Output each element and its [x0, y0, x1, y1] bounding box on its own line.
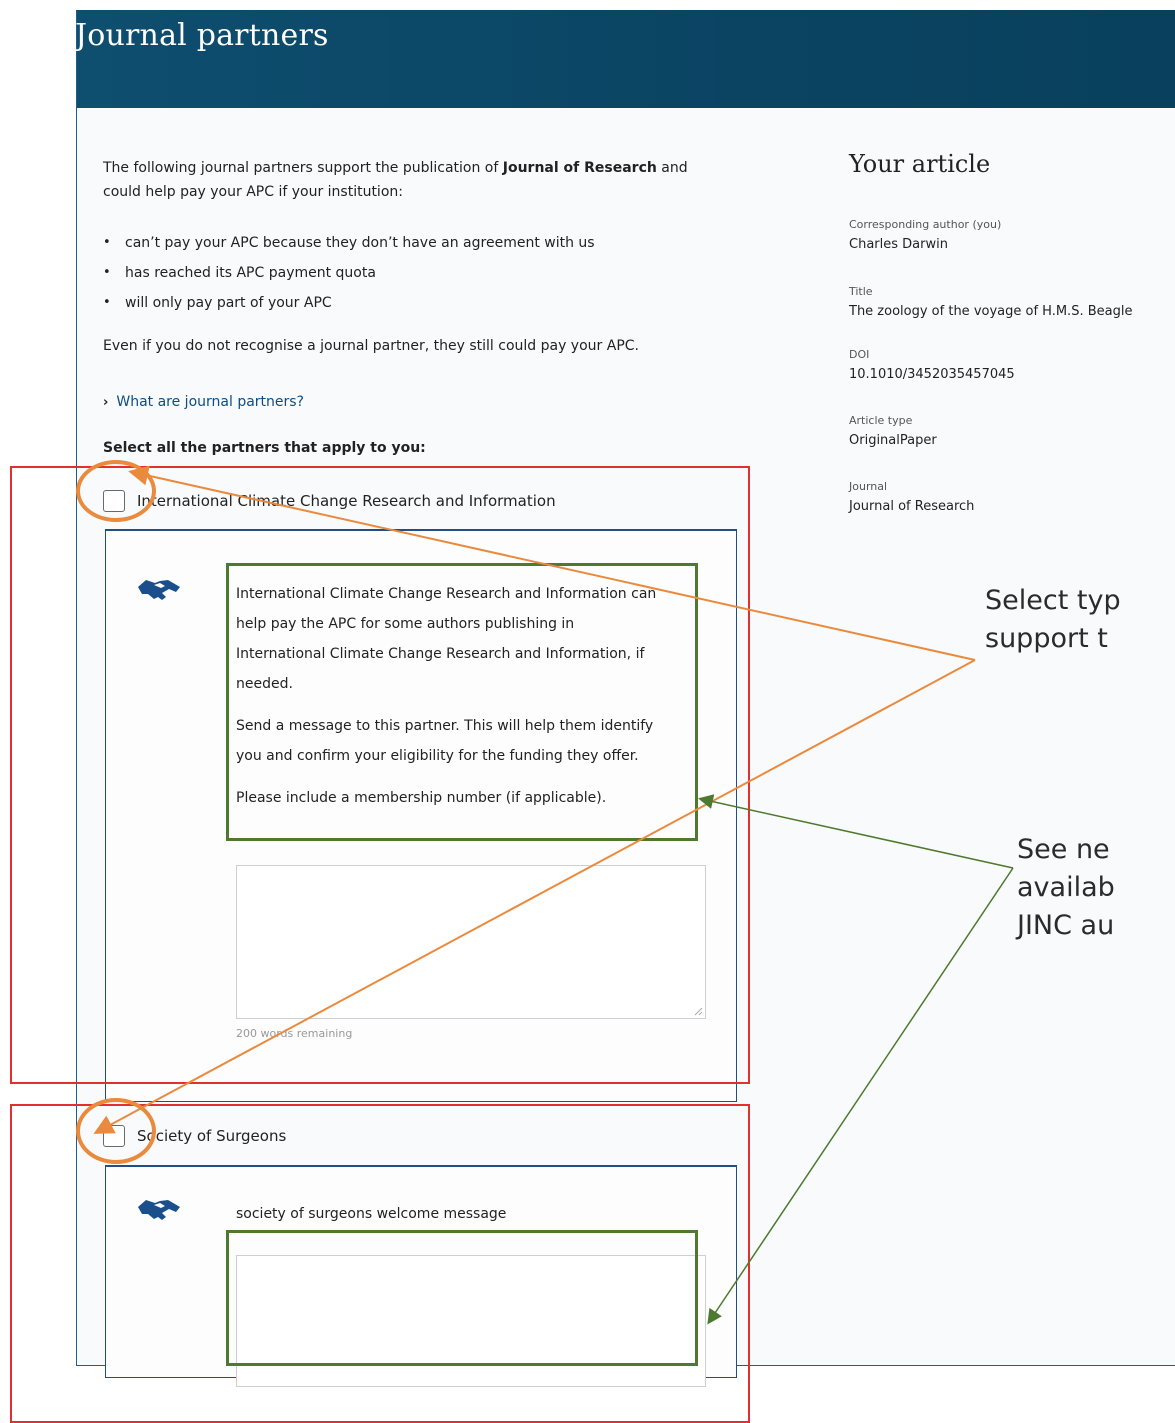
field-value: 10.1010/3452035457045 [849, 367, 1015, 382]
field-label: DOI [849, 348, 870, 361]
intro-paragraph: The following journal partners support t… [103, 156, 753, 204]
list-item: has reached its APC payment quota [103, 258, 753, 288]
annotation-circle [76, 1098, 156, 1164]
field-value: Charles Darwin [849, 237, 948, 252]
select-heading: Select all the partners that apply to yo… [103, 440, 426, 456]
page-title: Journal partners [75, 18, 329, 53]
what-are-partners-expander[interactable]: › What are journal partners? [103, 394, 304, 410]
annotation-circle [76, 460, 156, 522]
expander-label: What are journal partners? [116, 394, 304, 410]
sidebar-title: Your article [849, 150, 991, 178]
intro-line-2: could help pay your APC if your institut… [103, 184, 403, 200]
field-label: Corresponding author (you) [849, 218, 1002, 231]
field-doi: DOI 10.1010/3452035457045 [849, 346, 1015, 386]
field-value: Journal of Research [849, 499, 975, 514]
annotation-line: See ne [1017, 834, 1110, 865]
field-label: Journal [849, 480, 888, 493]
field-value: The zoology of the voyage of H.M.S. Beag… [849, 304, 1133, 319]
your-article-panel: Your article Corresponding author (you) … [849, 150, 1169, 514]
annotation-line: Select typ [985, 585, 1121, 616]
field-author: Corresponding author (you) Charles Darwi… [849, 216, 1001, 256]
intro-text-after: and [656, 160, 688, 176]
condition-list: can’t pay your APC because they don’t ha… [103, 228, 753, 318]
recognise-note: Even if you do not recognise a journal p… [103, 338, 639, 354]
list-item: can’t pay your APC because they don’t ha… [103, 228, 753, 258]
annotation-text-select: Select typ support t [985, 582, 1121, 658]
field-title: Title The zoology of the voyage of H.M.S… [849, 283, 1132, 323]
field-label: Title [849, 285, 873, 298]
annotation-line: support t [985, 623, 1108, 654]
annotation-green-box [226, 1230, 698, 1366]
annotation-line: availab [1017, 872, 1115, 903]
journal-name: Journal of Research [502, 160, 657, 176]
field-value: OriginalPaper [849, 433, 937, 448]
field-label: Article type [849, 414, 913, 427]
annotation-line: JINC au [1017, 910, 1115, 941]
field-article-type: Article type OriginalPaper [849, 412, 937, 452]
intro-text: The following journal partners support t… [103, 160, 503, 176]
field-journal: Journal Journal of Research [849, 478, 974, 518]
annotation-text-see-new: See ne availab JINC au [1017, 831, 1115, 945]
annotation-green-box [226, 563, 698, 841]
list-item: will only pay part of your APC [103, 288, 753, 318]
page-header: Journal partners [75, 10, 1175, 108]
chevron-right-icon: › [103, 394, 109, 410]
